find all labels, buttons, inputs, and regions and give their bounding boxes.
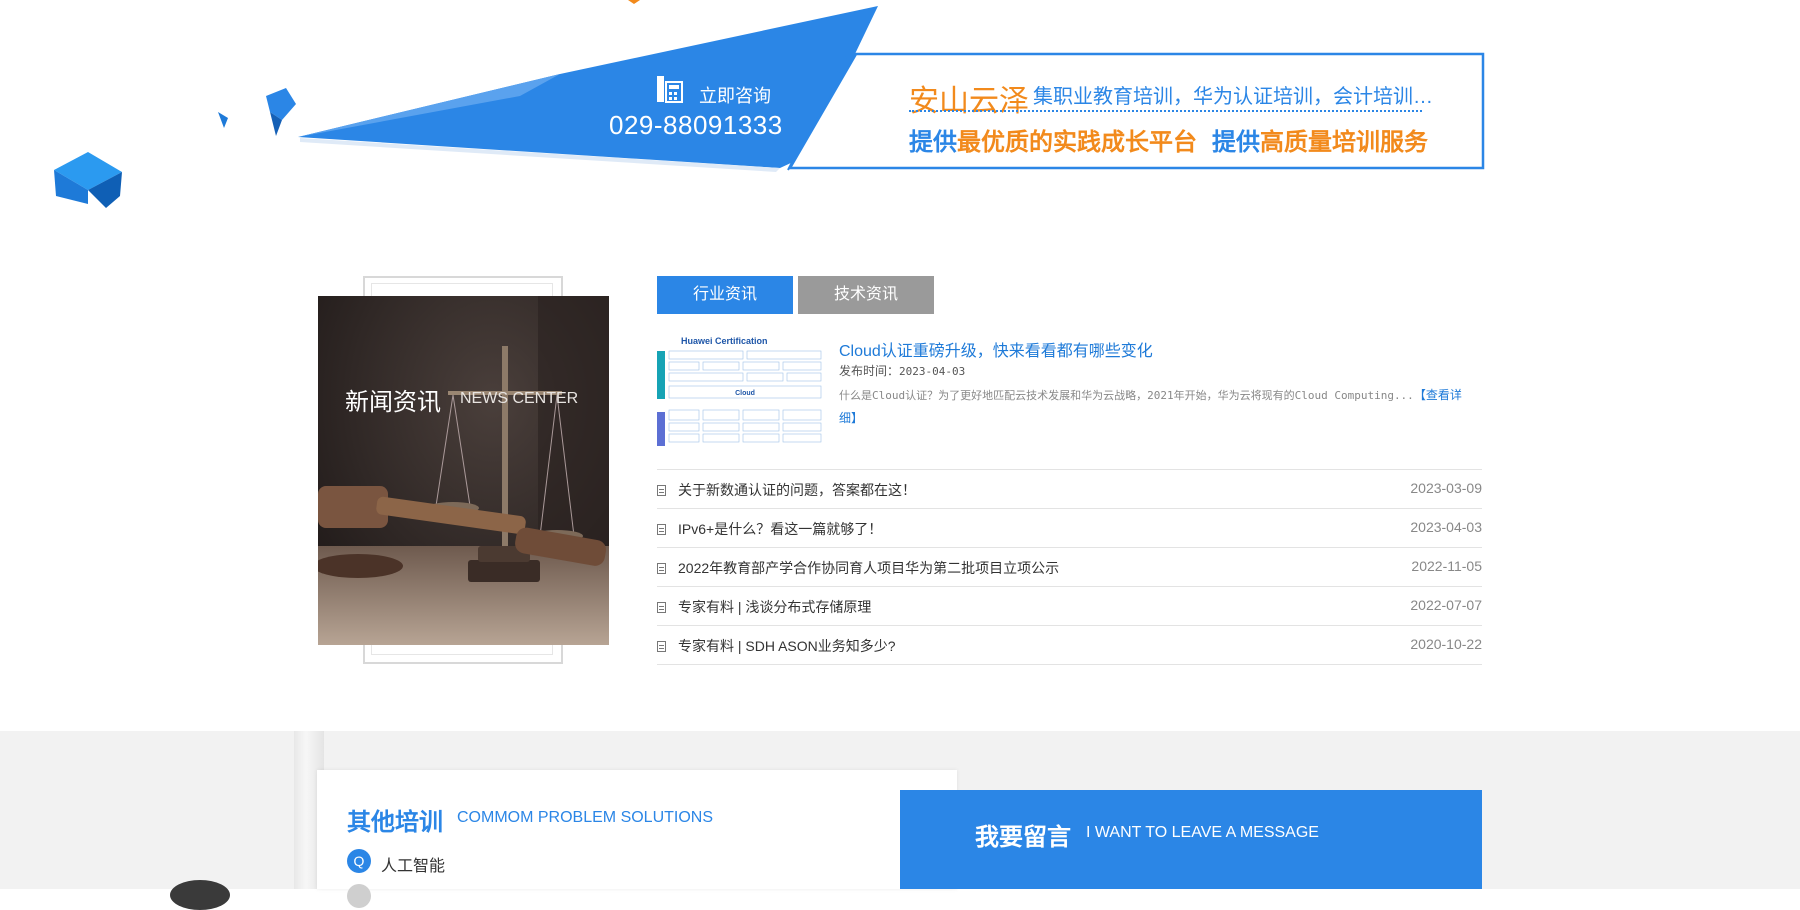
brand-description: 集职业教育培训，华为认证培训，会计培训… xyxy=(1033,86,1433,108)
list-item-date: 2022-11-05 xyxy=(1411,558,1482,574)
document-icon xyxy=(657,563,666,574)
svg-text:Cloud: Cloud xyxy=(735,390,755,397)
leave-message-title: 我要留言 xyxy=(975,824,1071,851)
list-item[interactable]: 专家有料 | 浅谈分布式存储原理 2022-07-07 xyxy=(657,586,1482,625)
tab-industry-news[interactable]: 行业资讯 xyxy=(657,276,793,314)
list-item-title[interactable]: 关于新数通认证的问题，答案都在这！ xyxy=(678,480,916,500)
faq-item-ai[interactable]: 人工智能 xyxy=(381,852,445,876)
question-icon: Q xyxy=(347,849,371,873)
brand-name: 安山云泽 xyxy=(909,85,1029,118)
document-icon xyxy=(657,524,666,535)
date-label: 发布时间： xyxy=(839,364,900,378)
phone-icon xyxy=(657,76,683,103)
document-icon xyxy=(657,485,666,496)
list-item-date: 2023-03-09 xyxy=(1410,480,1482,496)
list-item[interactable]: 关于新数通认证的问题，答案都在这！ 2023-03-09 xyxy=(657,469,1482,508)
decorative-circle xyxy=(170,880,230,910)
list-item[interactable]: 专家有料 | SDH ASON业务知多少? 2020-10-22 xyxy=(657,625,1482,665)
banner-graphic xyxy=(54,0,1485,208)
dotted-divider xyxy=(909,110,1422,112)
list-item-date: 2022-07-07 xyxy=(1410,597,1482,613)
list-item-title[interactable]: 2022年教育部产学合作协同育人项目华为第二批项目立项公示 xyxy=(678,558,1059,578)
list-item-title[interactable]: 专家有料 | 浅谈分布式存储原理 xyxy=(678,597,871,617)
phone-number[interactable]: 029-88091333 xyxy=(609,110,783,141)
slogan-1: 提供最优质的实践成长平台 xyxy=(909,129,1197,156)
other-training-subtitle: COMMOM PROBLEM SOLUTIONS xyxy=(457,809,714,826)
list-item-title[interactable]: 专家有料 | SDH ASON业务知多少? xyxy=(678,636,896,656)
list-item-title[interactable]: IPv6+是什么？看这一篇就够了！ xyxy=(678,519,882,539)
list-item-date: 2023-04-03 xyxy=(1410,519,1482,535)
featured-news-title[interactable]: Cloud认证重磅升级，快来看看都有哪些变化 xyxy=(839,337,1153,361)
leave-message-subtitle: I WANT TO LEAVE A MESSAGE xyxy=(1086,824,1319,841)
news-center-image xyxy=(318,296,609,645)
document-icon xyxy=(657,641,666,652)
date-value: 2023-04-03 xyxy=(899,365,966,378)
list-item-date: 2020-10-22 xyxy=(1410,636,1482,652)
featured-news-date: 发布时间：2023-04-03 xyxy=(839,362,965,379)
huawei-certification-chart-image: Huawei Certification Cloud xyxy=(657,334,823,451)
news-center-title: 新闻资讯 xyxy=(345,389,441,416)
question-icon xyxy=(347,884,371,908)
svg-text:Huawei Certification: Huawei Certification xyxy=(681,336,768,346)
news-center-subtitle: NEWS CENTER xyxy=(460,390,579,407)
featured-news-summary: 什么是Cloud认证？为了更好地匹配云技术发展和华为云战略，2021年开始，华为… xyxy=(839,384,1471,430)
scales-of-justice-illustration xyxy=(318,296,609,645)
other-training-title: 其他培训 xyxy=(347,809,443,836)
document-icon xyxy=(657,602,666,613)
slogan-2: 提供高质量培训服务 xyxy=(1212,129,1428,156)
consult-label: 立即咨询 xyxy=(699,86,771,106)
news-list: 关于新数通认证的问题，答案都在这！ 2023-03-09 IPv6+是什么？看这… xyxy=(657,469,1482,665)
featured-news-thumbnail[interactable]: Huawei Certification Cloud xyxy=(657,334,823,451)
tab-tech-news[interactable]: 技术资讯 xyxy=(798,276,934,314)
summary-text: 什么是Cloud认证？为了更好地匹配云技术发展和华为云战略，2021年开始，华为… xyxy=(839,389,1414,402)
list-item[interactable]: 2022年教育部产学合作协同育人项目华为第二批项目立项公示 2022-11-05 xyxy=(657,547,1482,586)
list-item[interactable]: IPv6+是什么？看这一篇就够了！ 2023-04-03 xyxy=(657,508,1482,547)
